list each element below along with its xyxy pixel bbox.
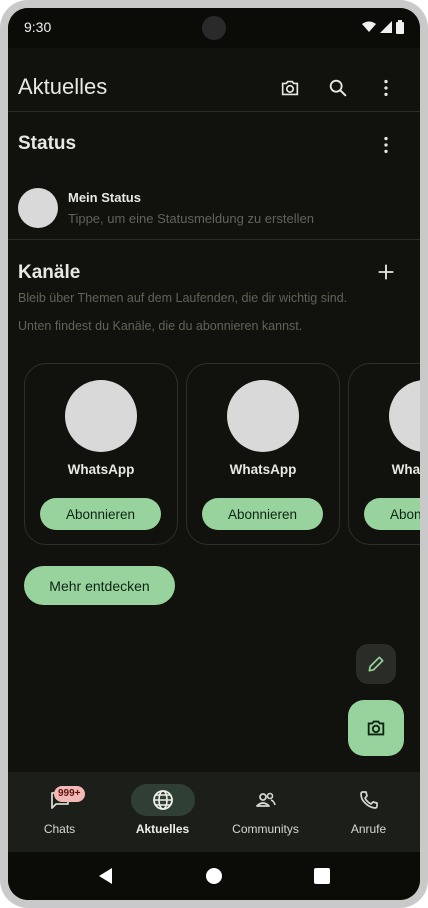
wifi-icon bbox=[362, 21, 376, 32]
nav-label: Chats bbox=[43, 822, 76, 836]
device-frame: 9:30 Aktuelles Status Mein Status Tippe,… bbox=[0, 0, 428, 908]
more-vert-icon[interactable] bbox=[370, 72, 402, 104]
channel-name: WhatsApp bbox=[391, 462, 420, 477]
subscribe-button[interactable]: Abonnieren bbox=[364, 498, 420, 530]
nav-label: Aktuelles bbox=[135, 822, 190, 836]
divider bbox=[8, 111, 420, 112]
nav-item-aktuelles[interactable]: Aktuelles bbox=[111, 772, 214, 852]
channel-name: WhatsApp bbox=[67, 462, 135, 477]
channels-description: Unten findest du Kanäle, die du abonnier… bbox=[18, 319, 303, 333]
nav-item-chats[interactable]: 999+ Chats bbox=[8, 772, 111, 852]
channel-name: WhatsApp bbox=[229, 462, 297, 477]
search-icon[interactable] bbox=[322, 72, 354, 104]
channel-avatar bbox=[227, 380, 299, 452]
status-bar: 9:30 bbox=[8, 8, 420, 48]
discover-more-button[interactable]: Mehr entdecken bbox=[24, 566, 175, 605]
bottom-navigation: 999+ Chats Aktuelles Communitys Anrufe bbox=[8, 772, 420, 852]
divider bbox=[8, 239, 420, 240]
battery-icon bbox=[396, 20, 404, 34]
channels-section-title: Kanäle bbox=[18, 262, 81, 283]
back-icon[interactable] bbox=[97, 867, 115, 885]
recents-icon[interactable] bbox=[314, 868, 330, 884]
clock-time: 9:30 bbox=[24, 19, 52, 35]
nav-item-communitys[interactable]: Communitys bbox=[214, 772, 317, 852]
pencil-icon bbox=[368, 656, 384, 672]
front-camera bbox=[202, 16, 226, 40]
camera-status-button[interactable] bbox=[348, 700, 404, 756]
channel-card[interactable]: WhatsApp Abonnieren bbox=[186, 363, 340, 545]
channel-card[interactable]: WhatsApp Abonnieren bbox=[348, 363, 420, 545]
globe-icon bbox=[131, 784, 195, 816]
edit-status-button[interactable] bbox=[356, 644, 396, 684]
my-status-name[interactable]: Mein Status bbox=[68, 190, 141, 205]
camera-icon bbox=[367, 720, 385, 736]
my-status-avatar[interactable] bbox=[18, 188, 58, 228]
nav-label: Anrufe bbox=[350, 822, 387, 836]
signal-icon bbox=[380, 21, 392, 33]
status-icons bbox=[362, 20, 404, 34]
my-status-hint[interactable]: Tippe, um eine Statusmeldung zu erstelle… bbox=[68, 211, 314, 226]
unread-badge: 999+ bbox=[54, 786, 85, 802]
phone-screen: 9:30 Aktuelles Status Mein Status Tippe,… bbox=[8, 8, 420, 900]
subscribe-button[interactable]: Abonnieren bbox=[40, 498, 161, 530]
channel-card[interactable]: WhatsApp Abonnieren bbox=[24, 363, 178, 545]
app-bar: Aktuelles bbox=[8, 48, 420, 112]
home-icon[interactable] bbox=[205, 867, 223, 885]
subscribe-button[interactable]: Abonnieren bbox=[202, 498, 323, 530]
status-more-vert-icon[interactable] bbox=[370, 129, 402, 161]
channel-avatar bbox=[389, 380, 420, 452]
status-section-title: Status bbox=[18, 133, 77, 154]
channel-avatar bbox=[65, 380, 137, 452]
nav-label: Communitys bbox=[232, 822, 299, 836]
phone-icon bbox=[337, 784, 401, 816]
people-icon bbox=[234, 784, 298, 816]
camera-icon[interactable] bbox=[274, 72, 306, 104]
system-navigation-bar bbox=[8, 852, 420, 900]
add-icon[interactable] bbox=[370, 256, 402, 288]
channels-description: Bleib über Themen auf dem Laufenden, die… bbox=[18, 291, 348, 305]
page-title: Aktuelles bbox=[18, 74, 108, 99]
nav-item-anrufe[interactable]: Anrufe bbox=[317, 772, 420, 852]
